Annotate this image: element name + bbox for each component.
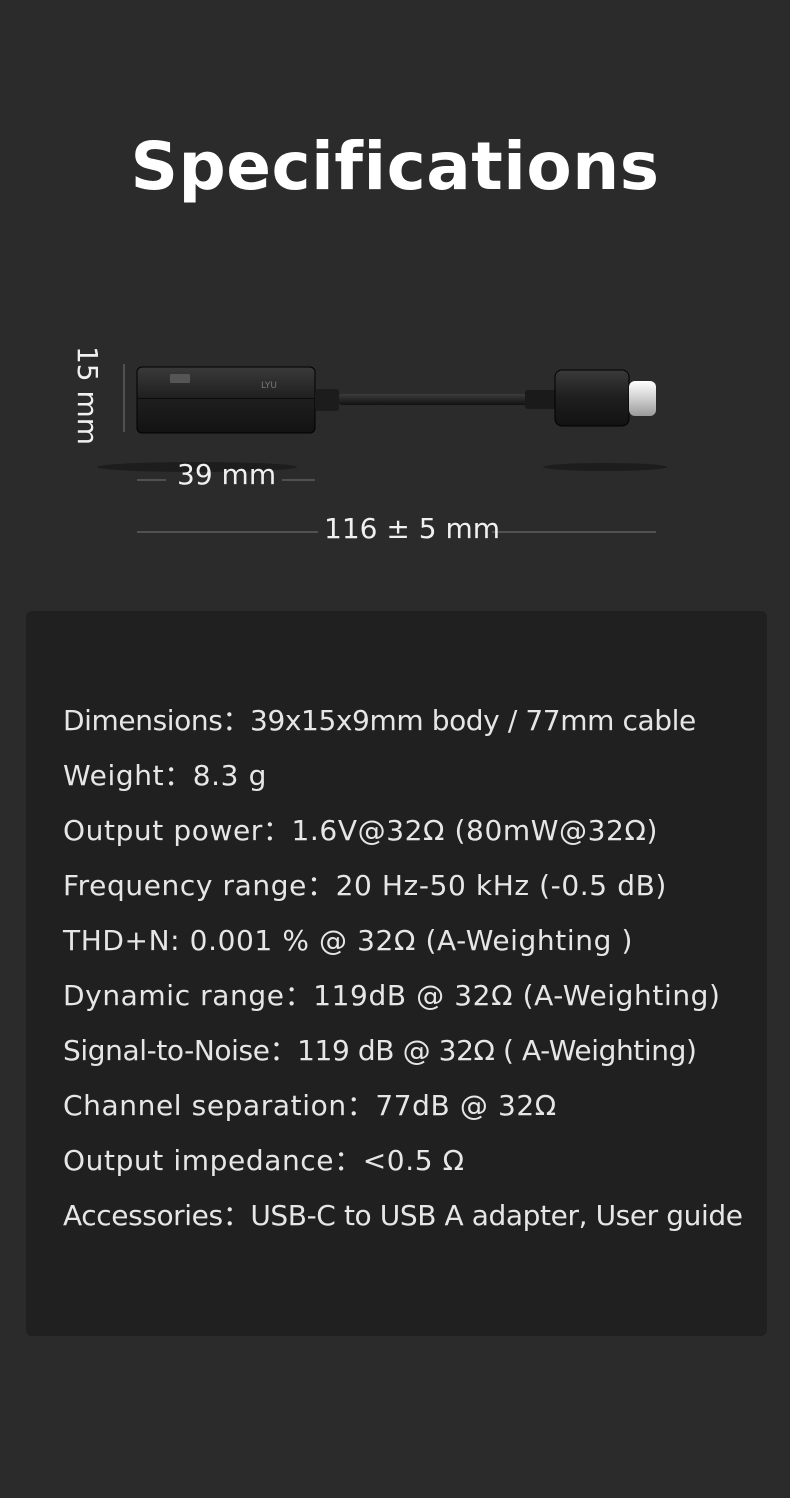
dac-strain-relief (315, 389, 339, 411)
spec-value: 1.6V@32Ω (80mW@32Ω) (291, 814, 658, 847)
spec-separator: ： (269, 1034, 298, 1067)
spec-value: 119 dB @ 32Ω ( A-Weighting) (297, 1034, 697, 1067)
spec-value: 77dB @ 32Ω (375, 1089, 557, 1122)
body-length-label: 39 mm (177, 458, 276, 491)
spec-separator: : (170, 924, 190, 957)
plug-shadow (543, 463, 667, 471)
usb-c-tip (629, 381, 656, 416)
spec-value: USB-C to USB A adapter, User guide (250, 1199, 743, 1232)
spec-value: 20 Hz-50 kHz (-0.5 dB) (335, 869, 667, 902)
spec-label: Signal-to-Noise (63, 1034, 270, 1067)
spec-label: Weight (63, 759, 165, 792)
height-dimension: 15 mm (68, 345, 108, 444)
spec-output-impedance: Output impedance：<0.5 Ω (63, 1138, 783, 1193)
cable (339, 394, 529, 405)
spec-value: 0.001 % @ 32Ω (A-Weighting ) (189, 924, 633, 957)
body-length-value: 39 (177, 458, 213, 491)
spec-weight: Weight：8.3 g (63, 753, 783, 808)
dac-body-seam (137, 398, 315, 399)
spec-signal-to-noise: Signal-to-Noise：119 dB @ 32Ω ( A-Weighti… (63, 1028, 783, 1083)
spec-label: THD+N (63, 924, 171, 957)
spec-dynamic-range: Dynamic range：119dB @ 32Ω (A-Weighting) (63, 973, 783, 1028)
spec-label: Output impedance (63, 1144, 335, 1177)
spec-output-power: Output power：1.6V@32Ω (80mW@32Ω) (63, 808, 783, 863)
spec-label: Dynamic range (63, 979, 285, 1012)
plug-housing (554, 369, 630, 427)
total-length-label: 116 ± 5 mm (324, 512, 500, 545)
body-length-unit: mm (221, 458, 277, 491)
spec-separator: ： (164, 759, 193, 792)
spec-label: Frequency range (63, 869, 307, 902)
spec-frequency-range: Frequency range：20 Hz-50 kHz (-0.5 dB) (63, 863, 783, 918)
spec-dimensions: Dimensions：39x15x9mm body / 77mm cable (63, 698, 783, 753)
spec-separator: ： (306, 869, 336, 902)
spec-separator: ： (262, 814, 292, 847)
spec-value: 119dB @ 32Ω (A-Weighting) (313, 979, 721, 1012)
specs-list: Dimensions：39x15x9mm body / 77mm cable W… (63, 698, 783, 1248)
dac-body (136, 366, 316, 434)
spec-channel-separation: Channel separation：77dB @ 32Ω (63, 1083, 783, 1138)
dac-logo-mark (170, 374, 190, 383)
total-length-value: 116 ± 5 (324, 512, 437, 545)
page-title: Specifications (130, 128, 660, 205)
spec-label: Dimensions (63, 704, 223, 737)
plug-strain-relief (525, 390, 557, 409)
spec-separator: ： (284, 979, 314, 1012)
spec-separator: ： (346, 1089, 376, 1122)
spec-value: <0.5 Ω (362, 1144, 465, 1177)
dac-brand-text: LYU (261, 381, 277, 391)
spec-separator: ： (334, 1144, 363, 1177)
spec-label: Accessories (63, 1199, 223, 1232)
spec-thd-n: THD+N: 0.001 % @ 32Ω (A-Weighting ) (63, 918, 783, 973)
height-label: 15 mm (71, 345, 105, 445)
spec-label: Channel separation (63, 1089, 347, 1122)
spec-separator: ： (222, 1199, 251, 1232)
spec-value: 39x15x9mm body / 77mm cable (250, 704, 696, 737)
total-length-unit: mm (445, 512, 500, 545)
spec-label: Output power (63, 814, 263, 847)
spec-separator: ： (222, 704, 251, 737)
spec-accessories: Accessories：USB-C to USB A adapter, User… (63, 1193, 783, 1248)
spec-value: 8.3 g (192, 759, 267, 792)
